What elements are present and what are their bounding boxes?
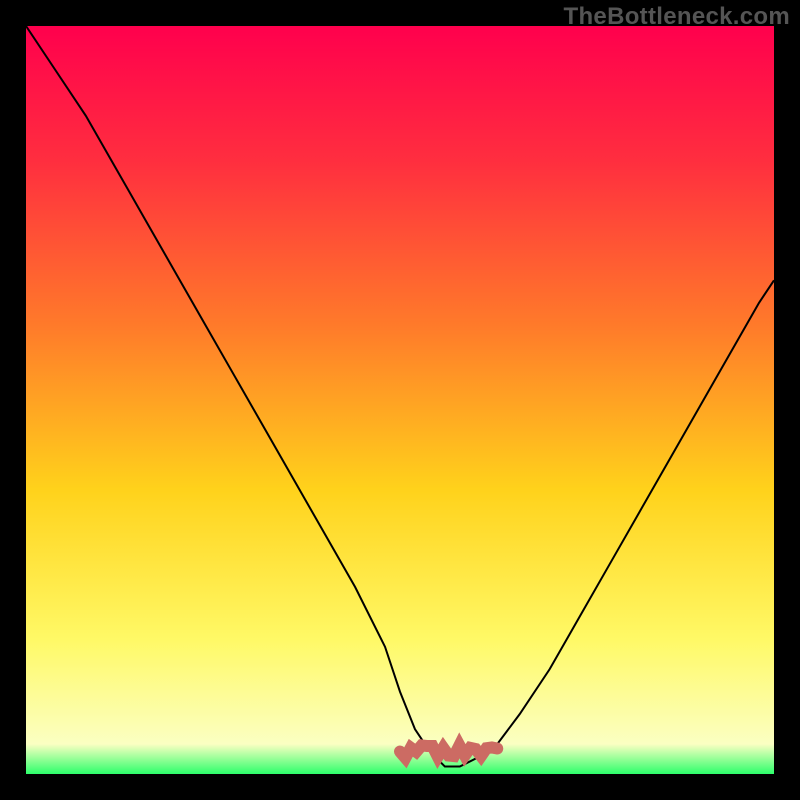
chart-svg [26,26,774,774]
chart-plot-area [26,26,774,774]
watermark-text: TheBottleneck.com [564,3,790,31]
chart-background [26,26,774,774]
optimal-range-highlight [400,745,497,757]
chart-frame: TheBottleneck.com [0,0,800,800]
